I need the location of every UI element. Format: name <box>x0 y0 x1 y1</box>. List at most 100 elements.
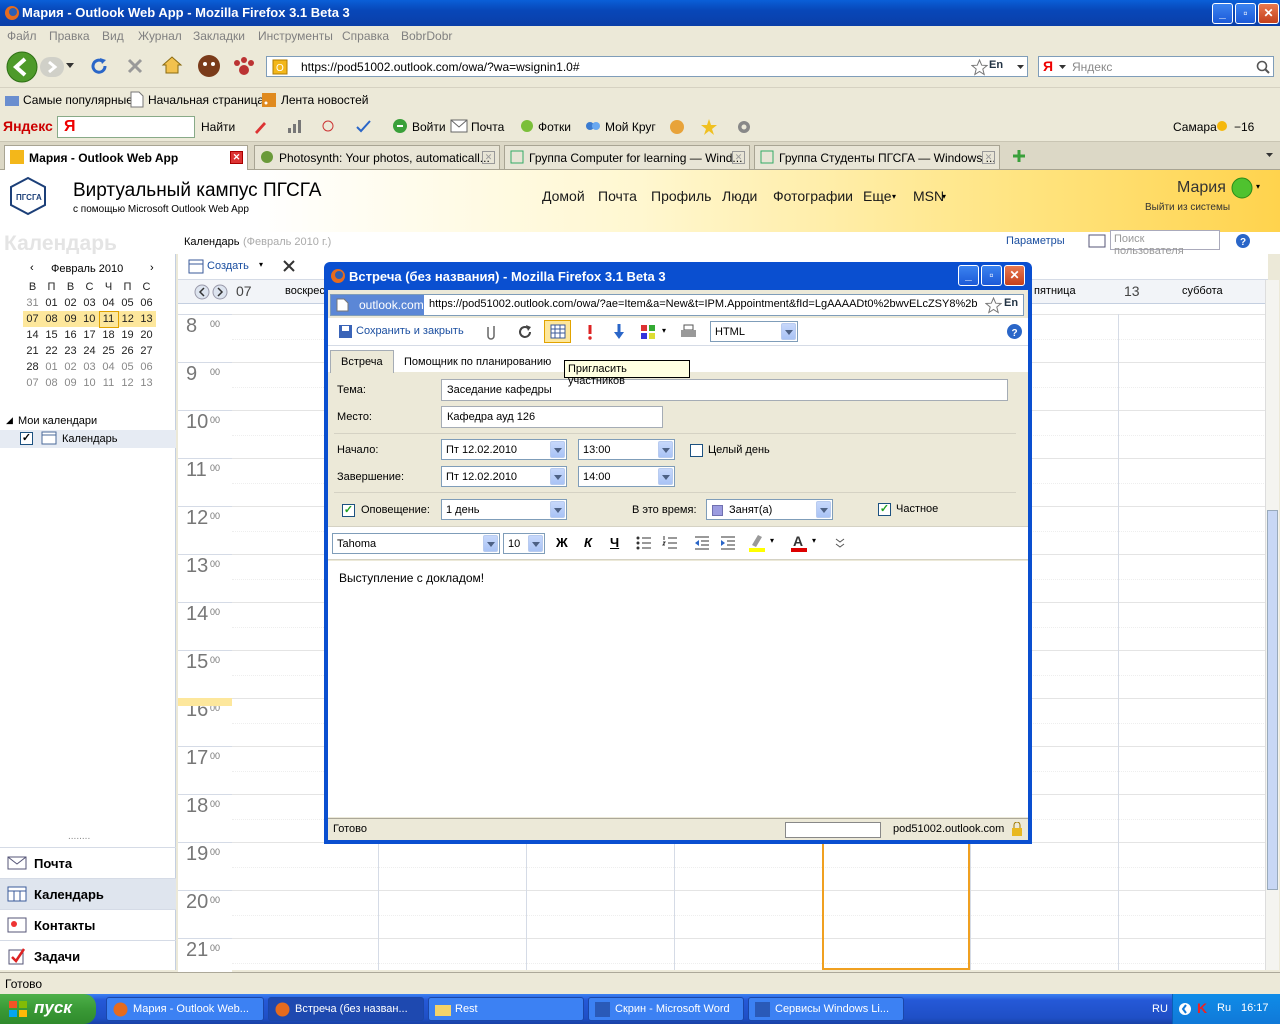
language-indicator[interactable]: RU <box>1152 1003 1168 1015</box>
popup-address-bar[interactable]: outlook.com https://pod51002.outlook.com… <box>330 294 1024 316</box>
bookmark-star-icon[interactable] <box>985 297 1002 314</box>
next-week-icon[interactable] <box>212 284 228 300</box>
presence-icon[interactable] <box>1230 176 1254 200</box>
message-body[interactable]: Выступление с докладом! <box>328 561 1028 817</box>
nav-mail[interactable]: Почта <box>598 188 637 204</box>
menu-bobrdobr[interactable]: BobrDobr <box>401 29 452 43</box>
hour-row[interactable] <box>232 890 1266 938</box>
user-name[interactable]: Мария <box>1177 179 1226 197</box>
engine-dropdown-icon[interactable] <box>1059 65 1067 70</box>
bullets-icon[interactable] <box>636 536 652 550</box>
vertical-scrollbar[interactable] <box>1265 280 1279 970</box>
subject-input[interactable]: Заседание кафедры <box>441 379 1008 401</box>
recurrence-icon[interactable] <box>516 323 534 341</box>
create-button[interactable]: Создать <box>207 260 249 272</box>
task-appointment[interactable]: Встреча (без назван... <box>268 997 424 1021</box>
high-importance-icon[interactable] <box>584 323 596 341</box>
forward-icon[interactable] <box>40 56 64 78</box>
yandex-login[interactable]: Войти <box>412 120 446 134</box>
size-select[interactable]: 10 <box>503 533 545 554</box>
menu-bookmarks[interactable]: Закладки <box>193 29 245 43</box>
circle-icon[interactable] <box>584 118 602 134</box>
task-word[interactable]: Скрин - Microsoft Word <box>588 997 744 1021</box>
close-tab-icon[interactable]: ✕ <box>482 151 495 164</box>
font-select[interactable]: Tahoma <box>332 533 500 554</box>
splitter-handle[interactable]: ........ <box>68 831 90 842</box>
prev-week-icon[interactable] <box>194 284 210 300</box>
address-bar[interactable]: O https://pod51002.outlook.com/owa/?wa=w… <box>266 56 1028 77</box>
reminder-checkbox[interactable]: ✓ <box>342 504 355 517</box>
chevron-down-icon[interactable]: ▾ <box>662 326 666 335</box>
marker-icon[interactable] <box>252 119 268 135</box>
lang-indicator[interactable]: En <box>989 59 1003 71</box>
nav-msn[interactable]: MSN <box>913 188 944 204</box>
help-icon[interactable]: ? <box>1006 323 1023 340</box>
invite-attendees-button[interactable] <box>544 320 571 343</box>
chevron-right-icon[interactable]: › <box>150 262 154 274</box>
search-icon[interactable] <box>1255 59 1271 75</box>
my-calendars-header[interactable]: Мои календари <box>18 415 97 427</box>
task-outlook[interactable]: Мария - Outlook Web... <box>106 997 264 1021</box>
nav-tasks-module[interactable]: Задачи <box>0 940 176 971</box>
mail-icon[interactable] <box>450 119 468 133</box>
chevron-left-icon[interactable]: ‹ <box>30 262 34 274</box>
login-icon[interactable] <box>392 118 408 134</box>
nav-people[interactable]: Люди <box>722 188 757 204</box>
collapse-icon[interactable]: ◢ <box>6 415 13 426</box>
stop-icon[interactable] <box>126 57 144 75</box>
close-button[interactable]: ✕ <box>1258 3 1279 24</box>
numbering-icon[interactable] <box>662 536 678 550</box>
highlight-icon[interactable] <box>748 533 766 553</box>
start-time-select[interactable]: 13:00 <box>578 439 675 460</box>
calendar-list-item[interactable]: ✓ Календарь <box>0 430 176 448</box>
keyboard-layout[interactable]: Ru <box>1217 1002 1231 1014</box>
selected-slot[interactable] <box>822 844 970 970</box>
history-dropdown-icon[interactable] <box>66 63 75 69</box>
star-icon[interactable] <box>700 118 720 136</box>
format-select[interactable]: HTML <box>710 321 798 342</box>
nav-home[interactable]: Домой <box>542 188 585 204</box>
lock-icon[interactable] <box>1011 822 1023 837</box>
bookmark-popular[interactable]: Самые популярные <box>23 93 133 107</box>
allday-checkbox[interactable] <box>690 444 703 457</box>
busy-select[interactable]: Занят(а) <box>706 499 833 520</box>
underline-button[interactable]: Ч <box>610 535 619 550</box>
scrollbar-thumb[interactable] <box>1267 510 1278 890</box>
tab-list-icon[interactable] <box>1266 153 1274 158</box>
location-input[interactable]: Кафедра ауд 126 <box>441 406 663 428</box>
nav-photos[interactable]: Фотографии <box>773 188 853 204</box>
maximize-button[interactable]: ▫ <box>1235 3 1256 24</box>
task-rest[interactable]: Rest <box>428 997 584 1021</box>
tab-group-students[interactable]: Группа Студенты ПГСГА — Windows ... ✕ <box>754 145 1000 169</box>
tab-group-computer[interactable]: Группа Computer for learning — Wind... ✕ <box>504 145 750 169</box>
close-tab-icon[interactable]: ✕ <box>982 151 995 164</box>
maximize-button[interactable]: ▫ <box>981 265 1002 286</box>
menu-help[interactable]: Справка <box>342 29 389 43</box>
start-date-select[interactable]: Пт 12.02.2010 <box>441 439 567 460</box>
yandex-input[interactable]: Я <box>57 116 195 138</box>
outdent-icon[interactable] <box>694 536 710 550</box>
spellcheck-icon[interactable] <box>355 118 373 134</box>
hour-row[interactable] <box>232 842 1266 890</box>
start-button[interactable]: пуск <box>0 994 96 1024</box>
close-tab-icon[interactable]: ✕ <box>230 151 243 164</box>
site-identity[interactable]: outlook.com <box>331 295 424 315</box>
menu-file[interactable]: Файл <box>7 29 37 43</box>
mini-cal-month[interactable]: Февраль 2010 <box>51 263 123 275</box>
end-time-select[interactable]: 14:00 <box>578 466 675 487</box>
beaver-icon[interactable] <box>196 53 222 79</box>
settings-gear-icon[interactable] <box>735 118 753 136</box>
kaspersky-icon[interactable]: K <box>1197 1000 1207 1016</box>
minimize-button[interactable]: _ <box>958 265 979 286</box>
tab-outlook[interactable]: Мария - Outlook Web App ✕ <box>4 145 248 170</box>
indent-icon[interactable] <box>720 536 736 550</box>
menu-view[interactable]: Вид <box>102 29 124 43</box>
photos-icon[interactable] <box>518 118 536 134</box>
menu-edit[interactable]: Правка <box>49 29 90 43</box>
expand-toolbar-icon[interactable] <box>835 537 845 549</box>
end-date-select[interactable]: Пт 12.02.2010 <box>441 466 567 487</box>
address-book-icon[interactable] <box>1088 234 1106 248</box>
chevron-down-icon[interactable]: ▾ <box>259 260 263 269</box>
find-user-input[interactable]: Поиск пользователя <box>1110 230 1220 257</box>
signout-link[interactable]: Выйти из системы <box>1145 202 1230 213</box>
